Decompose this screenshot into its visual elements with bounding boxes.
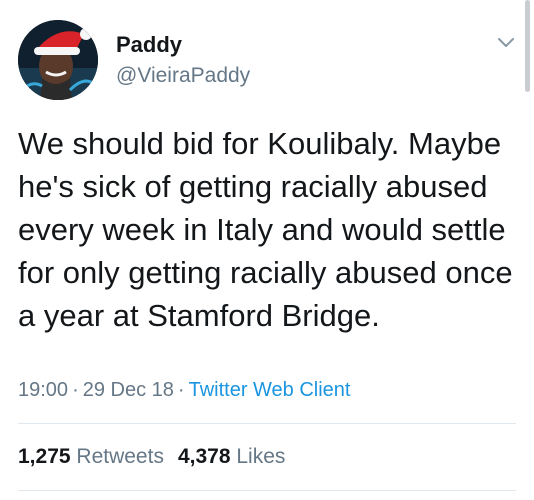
- tweet-time[interactable]: 19:00: [18, 379, 68, 401]
- meta-separator: ·: [177, 379, 185, 401]
- tweet-header: Paddy @VieiraPaddy: [18, 20, 518, 102]
- author-handle[interactable]: @VieiraPaddy: [116, 62, 250, 90]
- avatar-santa-hat-icon: [18, 20, 98, 100]
- retweets-stat[interactable]: 1,275 Retweets: [18, 443, 164, 471]
- likes-count: 4,378: [177, 445, 231, 468]
- avatar[interactable]: [18, 20, 98, 100]
- retweets-label: Retweets: [76, 445, 164, 468]
- divider: [18, 423, 516, 424]
- author-names: Paddy @VieiraPaddy: [116, 32, 250, 90]
- retweets-count: 1,275: [18, 445, 71, 468]
- likes-label: Likes: [236, 445, 286, 468]
- tweet-text: We should bid for Koulibaly. Maybe he's …: [18, 126, 513, 333]
- tweet-detail-page: Paddy @VieiraPaddy We should bid for Kou…: [0, 0, 534, 500]
- meta-separator: ·: [72, 379, 79, 401]
- tweet-stats: 1,275 Retweets 4,378 Likes: [18, 443, 299, 471]
- author-display-name[interactable]: Paddy: [116, 32, 250, 58]
- divider: [18, 490, 516, 491]
- scrollbar[interactable]: [525, 0, 530, 92]
- tweet-metadata: 19:00 · 29 Dec 18 · Twitter Web Client: [18, 376, 350, 404]
- likes-stat[interactable]: 4,378 Likes: [178, 443, 285, 471]
- tweet-client-link[interactable]: Twitter Web Client: [189, 379, 351, 401]
- chevron-down-icon[interactable]: [494, 30, 518, 54]
- tweet-date[interactable]: 29 Dec 18: [83, 379, 174, 401]
